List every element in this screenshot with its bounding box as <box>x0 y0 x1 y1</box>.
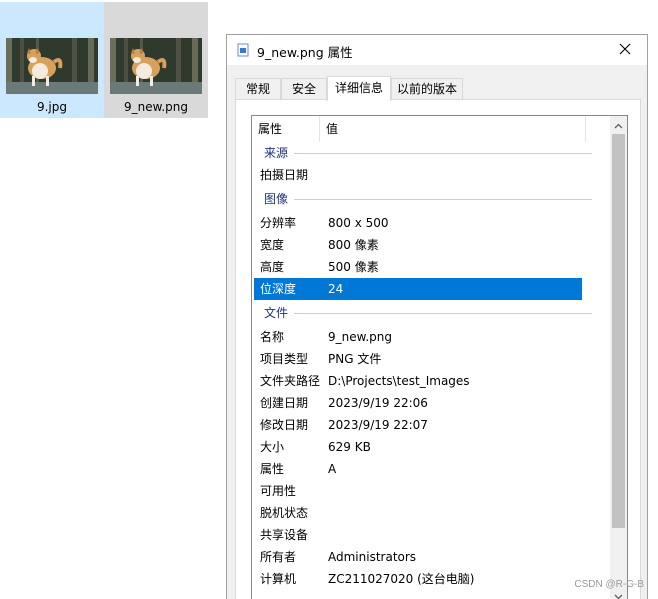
property-list[interactable]: 属性 值 来源 拍摄日期 图像 分辨率 800 x 500 宽度 800 像素 … <box>251 115 628 599</box>
list-item[interactable]: 项目类型 PNG 文件 <box>254 348 584 370</box>
tab-details[interactable]: 详细信息 <box>327 76 391 101</box>
list-item[interactable]: 修改日期 2023/9/19 22:07 <box>254 414 584 436</box>
list-item[interactable]: 计算机 ZC211027020 (这台电脑) <box>254 568 584 590</box>
group-file[interactable]: 文件 <box>254 302 592 324</box>
image-thumbnail <box>6 38 98 94</box>
tab-previous-versions[interactable]: 以前的版本 <box>391 78 463 100</box>
file-item-9-jpg[interactable]: 9.jpg <box>0 2 104 118</box>
list-item[interactable]: 共享设备 <box>254 524 584 546</box>
group-divider <box>294 199 592 200</box>
title-bar[interactable]: 9_new.png 属性 <box>227 35 647 65</box>
list-item[interactable]: 属性 A <box>254 458 584 480</box>
scrollbar-thumb[interactable] <box>612 134 625 528</box>
details-panel: 属性 值 来源 拍摄日期 图像 分辨率 800 x 500 宽度 800 像素 … <box>235 99 641 599</box>
list-item[interactable]: 创建日期 2023/9/19 22:06 <box>254 392 584 414</box>
vertical-scrollbar[interactable] <box>610 116 627 599</box>
group-divider <box>294 313 592 314</box>
watermark: CSDN @R-G-B <box>574 579 644 590</box>
list-item[interactable]: 高度 500 像素 <box>254 256 584 278</box>
list-item[interactable]: 拍摄日期 <box>254 164 584 186</box>
file-item-9-new-png[interactable]: 9_new.png <box>104 2 208 118</box>
list-item[interactable]: 可用性 <box>254 480 584 502</box>
group-image[interactable]: 图像 <box>254 188 592 210</box>
list-header: 属性 值 <box>252 116 612 142</box>
group-divider <box>294 153 592 154</box>
tab-general[interactable]: 常规 <box>235 78 281 100</box>
column-header-value[interactable]: 值 <box>320 116 586 142</box>
tab-security[interactable]: 安全 <box>281 78 327 100</box>
properties-dialog: 9_new.png 属性 常规 安全 详细信息 以前的版本 属性 值 来源 拍摄… <box>226 34 648 599</box>
list-item[interactable]: 分辨率 800 x 500 <box>254 212 584 234</box>
list-item[interactable]: 文件夹路径 D:\Projects\test_Images <box>254 370 584 392</box>
image-thumbnail <box>110 38 202 94</box>
chevron-down-icon <box>614 589 623 599</box>
list-item-selected[interactable]: 位深度 24 <box>254 278 582 300</box>
list-item[interactable]: 所有者 Administrators <box>254 546 584 568</box>
close-icon <box>619 43 631 58</box>
list-item[interactable]: 名称 9_new.png <box>254 326 584 348</box>
file-name: 9.jpg <box>36 100 68 114</box>
dialog-title: 9_new.png 属性 <box>257 45 353 60</box>
scroll-up-button[interactable] <box>610 116 627 133</box>
group-origin[interactable]: 来源 <box>254 142 592 164</box>
close-button[interactable] <box>603 35 647 65</box>
list-item[interactable]: 脱机状态 <box>254 502 584 524</box>
chevron-up-icon <box>614 118 623 132</box>
list-item[interactable]: 宽度 800 像素 <box>254 234 584 256</box>
file-name: 9_new.png <box>124 100 188 114</box>
file-icon <box>236 43 250 57</box>
column-header-property[interactable]: 属性 <box>252 116 320 142</box>
list-item[interactable]: 大小 629 KB <box>254 436 584 458</box>
screen: 9.jpg 9_new.png 9_new.png 属性 常规 安全 详细信息 … <box>0 0 658 599</box>
